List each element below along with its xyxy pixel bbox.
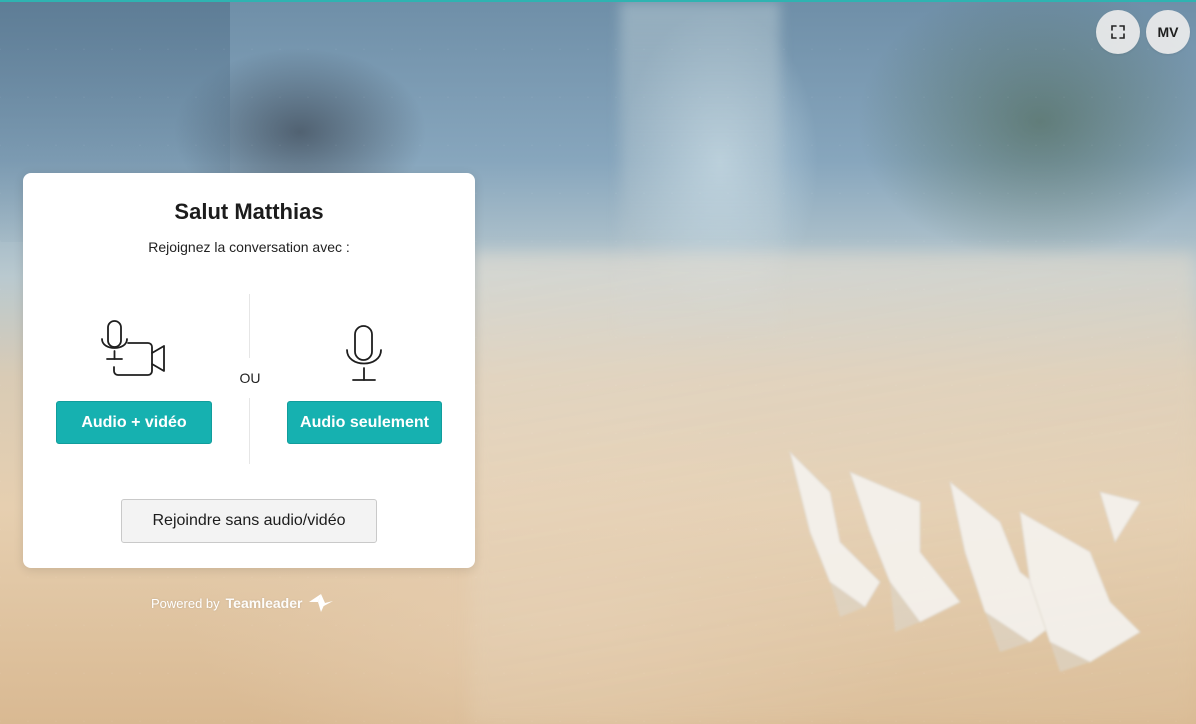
mic-camera-icon <box>101 320 165 376</box>
join-dialog: Salut Matthias Rejoignez la conversation… <box>23 173 475 568</box>
join-without-av-button[interactable]: Rejoindre sans audio/vidéo <box>121 499 377 543</box>
join-subtitle: Rejoignez la conversation avec : <box>148 239 350 255</box>
microphone-icon <box>346 325 382 381</box>
divider <box>249 398 250 464</box>
top-controls: MV <box>1096 10 1190 54</box>
greeting-title: Salut Matthias <box>174 199 324 224</box>
teamleader-logo-icon <box>309 594 334 612</box>
audio-video-button[interactable]: Audio + vidéo <box>56 401 212 444</box>
user-avatar[interactable]: MV <box>1146 10 1190 54</box>
divider <box>249 294 250 358</box>
powered-by-footer: Powered by Teamleader <box>151 593 334 613</box>
powered-by-label: Powered by <box>151 595 220 611</box>
fullscreen-button[interactable] <box>1096 10 1140 54</box>
or-separator: OU <box>239 370 261 386</box>
brand-name: Teamleader <box>225 595 303 611</box>
audio-only-button[interactable]: Audio seulement <box>287 401 442 444</box>
fullscreen-icon <box>1111 25 1125 39</box>
avatar-initials: MV <box>1157 24 1179 40</box>
background-stage: MV Salut Matthias Rejoignez la conversat… <box>0 0 1196 724</box>
origami-cranes-image <box>789 450 1141 672</box>
